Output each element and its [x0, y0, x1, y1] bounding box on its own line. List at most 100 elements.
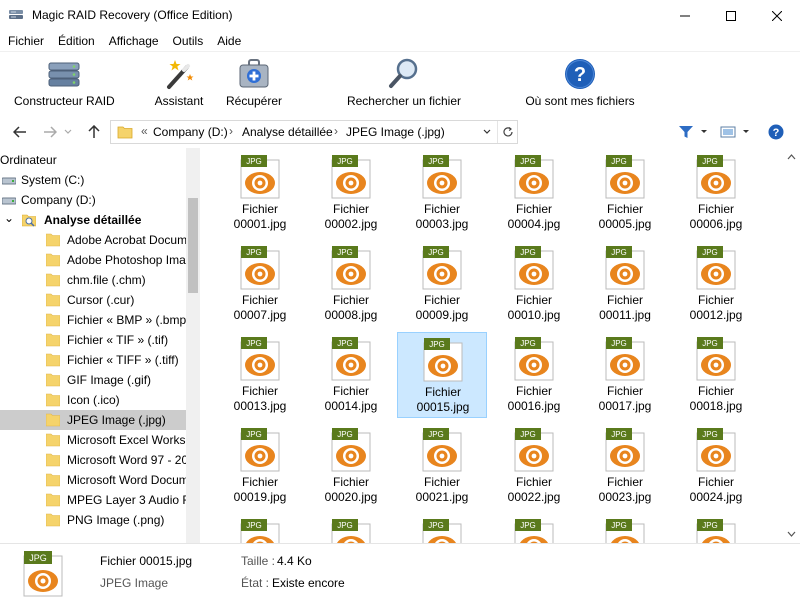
file-tile[interactable]: JPG Fichier 00007.jpg [215, 241, 305, 327]
file-tile[interactable]: JPG Fichier 00005.jpg [580, 150, 670, 236]
file-tile[interactable]: JPG Fichier 00019.jpg [215, 423, 305, 509]
address-bar[interactable]: « Company (D:) › Analyse détaillée › JPE… [110, 120, 518, 144]
file-tile[interactable]: JPG [580, 514, 670, 543]
breadcrumb-analyse[interactable]: Analyse détaillée [242, 125, 333, 139]
file-name-line1: Fichier [241, 293, 278, 307]
wizard-button[interactable]: Assistant [150, 57, 208, 108]
file-tile[interactable]: JPG Fichier 00020.jpg [306, 423, 396, 509]
file-tile[interactable]: JPG Fichier 00012.jpg [671, 241, 761, 327]
tree-item[interactable]: Microsoft Excel Worksheet [0, 430, 186, 450]
raid-builder-button[interactable]: Constructeur RAID [14, 57, 115, 108]
tree-item[interactable]: GIF Image (.gif) [0, 370, 186, 390]
menu-affichage[interactable]: Affichage [102, 31, 166, 51]
file-tile[interactable]: JPG Fichier 00013.jpg [215, 332, 305, 418]
file-tile[interactable]: JPG Fichier 00011.jpg [580, 241, 670, 327]
file-tile[interactable]: JPG [215, 514, 305, 543]
file-tile[interactable]: JPG Fichier 00004.jpg [489, 150, 579, 236]
scroll-down-icon[interactable] [787, 531, 796, 537]
menu-aide[interactable]: Aide [210, 31, 248, 51]
file-tile[interactable]: JPG [489, 514, 579, 543]
tree-item[interactable]: PNG Image (.png) [0, 510, 186, 530]
file-tile[interactable]: JPG [397, 514, 487, 543]
close-button[interactable] [754, 0, 800, 31]
filter-dropdown[interactable] [698, 122, 710, 142]
file-tile[interactable]: JPG Fichier 00009.jpg [397, 241, 487, 327]
tree-item[interactable]: MPEG Layer 3 Audio File [0, 490, 186, 510]
file-tile[interactable]: JPG Fichier 00016.jpg [489, 332, 579, 418]
file-tile[interactable]: JPG Fichier 00015.jpg [397, 332, 487, 418]
file-tile[interactable]: JPG Fichier 00022.jpg [489, 423, 579, 509]
grid-scrollbar[interactable] [782, 148, 800, 543]
tree-item[interactable]: JPEG Image (.jpg) [0, 410, 186, 430]
svg-text:JPG: JPG [702, 339, 718, 348]
recover-button[interactable]: Récupérer [224, 57, 284, 108]
file-tile[interactable]: JPG Fichier 00001.jpg [215, 150, 305, 236]
file-name-line2: 00010.jpg [507, 308, 561, 322]
file-name-line1: Fichier [241, 384, 278, 398]
tree-item[interactable]: Microsoft Word Document [0, 470, 186, 490]
tree-scrollbar-thumb[interactable] [188, 198, 198, 293]
file-tile[interactable]: JPG Fichier 00002.jpg [306, 150, 396, 236]
file-name-line1: Fichier [424, 385, 461, 399]
breadcrumb-company[interactable]: Company (D:) [153, 125, 228, 139]
file-tile[interactable]: JPG Fichier 00021.jpg [397, 423, 487, 509]
tree-item[interactable]: Fichier « TIF » (.tif) [0, 330, 186, 350]
search-file-button[interactable]: Rechercher un fichier [346, 57, 462, 108]
file-tile[interactable]: JPG Fichier 00017.jpg [580, 332, 670, 418]
expand-chevron-icon[interactable]: ⌄ [4, 210, 14, 228]
jpg-file-icon: JPG [514, 246, 554, 290]
tree-scrollbar[interactable] [186, 148, 200, 543]
file-tile[interactable]: JPG Fichier 00006.jpg [671, 150, 761, 236]
tree-item[interactable]: chm.file (.chm) [0, 270, 186, 290]
minimize-button[interactable] [662, 0, 708, 31]
back-button[interactable] [10, 122, 30, 142]
file-name-line2: 00005.jpg [598, 217, 652, 231]
tree-item[interactable]: Fichier « BMP » (.bmp) [0, 310, 186, 330]
tree-item[interactable]: Ordinateur [0, 150, 186, 170]
tree-item[interactable]: Adobe Photoshop Image [0, 250, 186, 270]
view-mode-button[interactable] [718, 122, 738, 142]
folder-icon [46, 513, 60, 527]
tree-item[interactable]: Adobe Acrobat Document [0, 230, 186, 250]
file-tile[interactable]: JPG Fichier 00008.jpg [306, 241, 396, 327]
file-tile[interactable]: JPG Fichier 00010.jpg [489, 241, 579, 327]
maximize-button[interactable] [708, 0, 754, 31]
refresh-button[interactable] [497, 121, 517, 143]
menu-edition[interactable]: Édition [51, 31, 102, 51]
file-name-line1: Fichier [423, 202, 460, 216]
tree-item[interactable]: Microsoft Word 97 - 2003 [0, 450, 186, 470]
file-tile[interactable]: JPG [671, 514, 761, 543]
filter-button[interactable] [676, 122, 696, 142]
status-bar: JPG Fichier 00015.jpg JPEG Image Taille … [0, 543, 800, 600]
view-mode-dropdown[interactable] [740, 122, 752, 142]
tree-item[interactable]: Fichier « TIFF » (.tiff) [0, 350, 186, 370]
file-name-line1: Fichier [606, 293, 643, 307]
tree-item[interactable]: ⌄ Analyse détaillée [0, 210, 186, 230]
file-tile[interactable]: JPG Fichier 00018.jpg [671, 332, 761, 418]
tree-item[interactable]: Company (D:) [0, 190, 186, 210]
menu-fichier[interactable]: Fichier [1, 31, 51, 51]
forward-button[interactable] [40, 122, 60, 142]
file-name-line1: Fichier [697, 202, 734, 216]
where-are-my-files-button[interactable]: ? Où sont mes fichiers [524, 57, 636, 108]
help-button[interactable]: ? [766, 122, 786, 142]
breadcrumb-jpeg[interactable]: JPEG Image (.jpg) [346, 125, 445, 139]
file-name-line2: 00017.jpg [598, 399, 652, 413]
file-tile[interactable]: JPG Fichier 00024.jpg [671, 423, 761, 509]
file-tile[interactable]: JPG [306, 514, 396, 543]
breadcrumb-overflow[interactable]: « [141, 124, 148, 138]
menu-outils[interactable]: Outils [166, 31, 211, 51]
history-dropdown[interactable] [62, 122, 74, 142]
svg-text:JPG: JPG [428, 521, 444, 530]
up-button[interactable] [84, 122, 104, 142]
file-tile[interactable]: JPG Fichier 00014.jpg [306, 332, 396, 418]
tree-item[interactable]: System (C:) [0, 170, 186, 190]
grid-scrollbar-thumb[interactable] [787, 178, 795, 538]
tree-item[interactable]: Icon (.ico) [0, 390, 186, 410]
file-tile[interactable]: JPG Fichier 00003.jpg [397, 150, 487, 236]
scroll-up-icon[interactable] [787, 154, 796, 160]
file-name-line1: Fichier [241, 475, 278, 489]
address-dropdown[interactable] [477, 121, 497, 143]
file-tile[interactable]: JPG Fichier 00023.jpg [580, 423, 670, 509]
tree-item[interactable]: Cursor (.cur) [0, 290, 186, 310]
